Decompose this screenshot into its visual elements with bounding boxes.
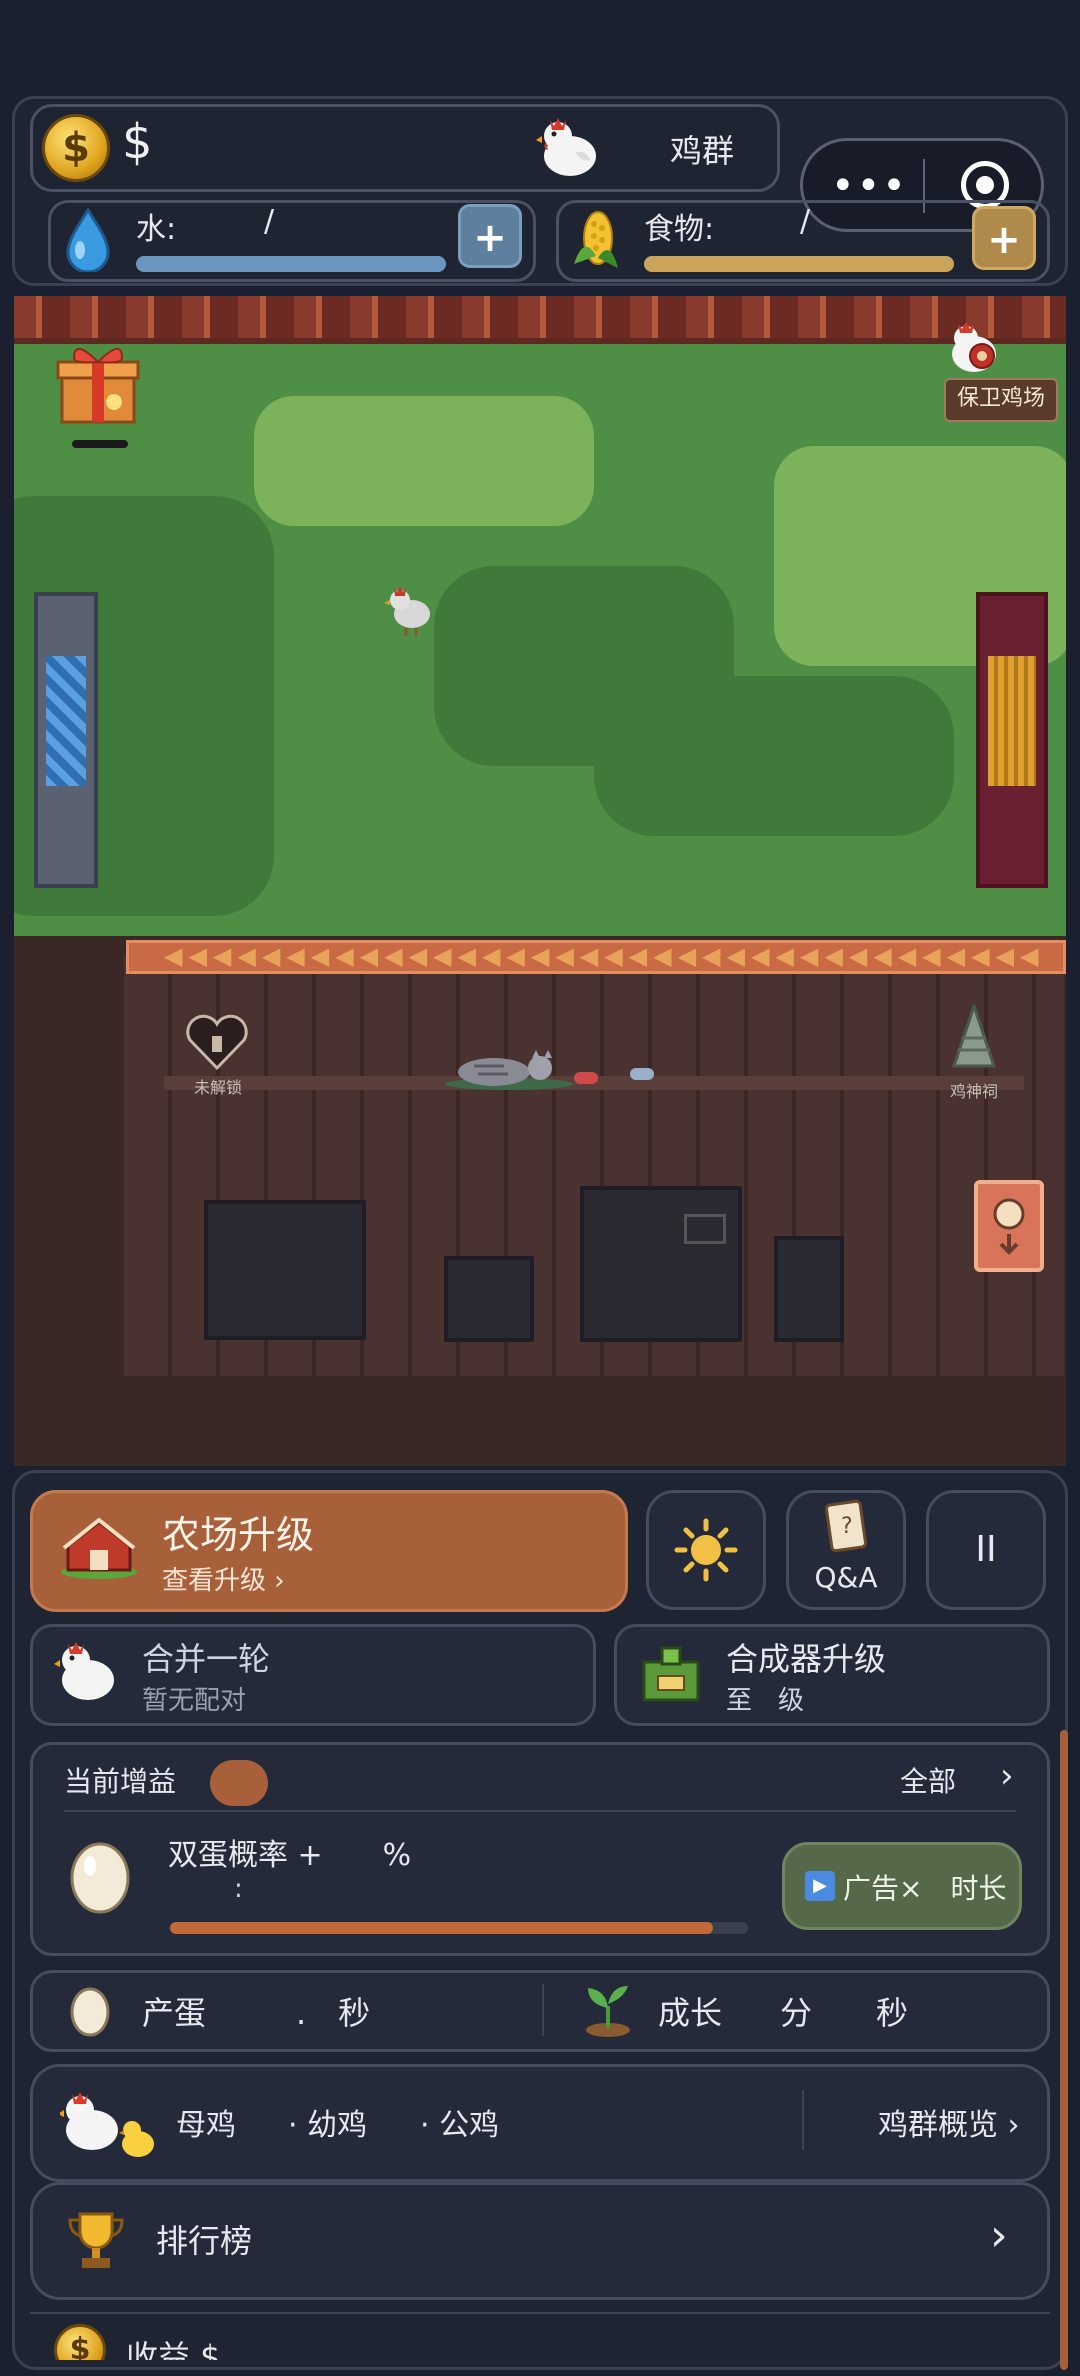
day-night-button[interactable] (646, 1490, 766, 1610)
flock-overview-link[interactable]: 鸡群概览 › (878, 2100, 1020, 2144)
income-divider (30, 2312, 1050, 2314)
food-label: 食物: (644, 212, 715, 247)
defend-chicken-icon[interactable] (944, 320, 1004, 380)
leaderboard-chevron[interactable]: › (990, 2210, 1008, 2261)
flock-button[interactable]: 鸡群 (670, 126, 734, 172)
food-bowl (574, 1072, 598, 1084)
coin-icon: $ (42, 114, 110, 182)
egg-rate-label: 产蛋 (142, 1994, 207, 2032)
stats-divider (542, 1984, 544, 2036)
growth-label: 成长 (658, 1994, 723, 2032)
synth-sub: 至 级 (726, 1686, 805, 1716)
food-amount: / (800, 204, 811, 239)
gift-box-icon[interactable] (56, 340, 140, 434)
water-bar-fill (136, 256, 446, 272)
buff-title: 当前增益 (64, 1765, 177, 1798)
flock-divider (802, 2090, 804, 2150)
unlock-label: 未解锁 (194, 1078, 243, 1097)
income-label: 收益 $ (126, 2338, 221, 2360)
scrollbar[interactable] (1060, 1730, 1068, 2370)
svg-text:?: ? (841, 1514, 853, 1539)
double-egg-label: 双蛋概率 + % (168, 1838, 412, 1873)
cat-sprite[interactable] (444, 1046, 574, 1094)
help-book-icon: ? (824, 1499, 868, 1553)
trophy-icon (66, 2210, 126, 2276)
roof-arrows: ◀◀◀◀◀◀◀◀◀◀◀◀◀◀◀◀◀◀◀◀◀◀◀◀◀◀◀◀◀◀◀◀◀◀◀◀◀◀◀◀ (164, 942, 1044, 968)
double-egg-timer: : (234, 1874, 243, 1904)
pump-machine (774, 1236, 844, 1342)
buff-progress-track (170, 1922, 748, 1934)
shrine-icon[interactable] (946, 1001, 1002, 1078)
corn-icon (568, 204, 624, 280)
water-bar (136, 256, 446, 272)
grass-patch (254, 396, 594, 526)
egg-icon (68, 1980, 112, 2042)
shrine-label: 鸡神祠 (950, 1082, 999, 1101)
coop-building: ◀◀◀◀◀◀◀◀◀◀◀◀◀◀◀◀◀◀◀◀◀◀◀◀◀◀◀◀◀◀◀◀◀◀◀◀◀◀◀◀… (14, 936, 1066, 1466)
water-bowl (630, 1068, 654, 1080)
water-drop-icon (64, 207, 112, 276)
buff-progress-fill (170, 1922, 714, 1934)
qa-label: Q&A (814, 1561, 878, 1594)
play-icon: ▶ (805, 1871, 835, 1901)
barn-icon (60, 1516, 138, 1584)
bush-area (594, 676, 954, 836)
chicken-icon (54, 1638, 118, 1710)
food-silo[interactable] (976, 592, 1048, 888)
heart-lock-icon[interactable] (184, 1014, 250, 1076)
egg-icon (68, 1834, 132, 1918)
buff-count-badge (210, 1760, 268, 1806)
synth-title: 合成器升级 (726, 1640, 887, 1678)
defend-farm-button[interactable]: 保卫鸡场 (944, 378, 1058, 422)
leaderboard-label: 排行榜 (156, 2222, 253, 2260)
income-row: $ 收益 $ (20, 2320, 1060, 2360)
buff-divider (64, 1810, 1016, 1812)
processor-machine (580, 1186, 742, 1342)
egg-export-icon[interactable] (974, 1180, 1044, 1272)
farm-scene[interactable]: 保卫鸡场 ◀◀◀◀◀◀◀◀◀◀◀◀◀◀◀◀◀◀◀◀◀◀◀◀◀◀◀◀◀◀◀◀◀◀◀… (14, 296, 1066, 1466)
merge-sub: 暂无配对 (142, 1686, 247, 1716)
growth-value: 分 秒 (780, 1994, 909, 2032)
water-amount: / (264, 204, 275, 239)
synthesizer-icon (640, 1644, 702, 1708)
add-water-button[interactable]: + (458, 204, 522, 268)
chicken-icon (536, 112, 600, 182)
gift-timer-bar (72, 440, 128, 448)
farm-upgrade-title: 农场升级 (162, 1513, 315, 1557)
ad-extend-label: 广告× 时长 (843, 1872, 1007, 1905)
qa-button[interactable]: ? Q&A (786, 1490, 906, 1610)
money-amount: $ (122, 114, 153, 170)
water-tank[interactable] (34, 592, 98, 888)
hen-and-chick-icon (58, 2088, 160, 2164)
machine-screen (684, 1214, 726, 1244)
buff-all-chevron[interactable]: › (1000, 1756, 1014, 1796)
hen-label: 母鸡 (176, 2108, 236, 2143)
add-food-button[interactable]: + (972, 206, 1036, 270)
fence (14, 296, 1066, 344)
incubator-machine (204, 1200, 366, 1340)
merge-title: 合并一轮 (142, 1640, 271, 1678)
small-machine (444, 1256, 534, 1342)
chicken-sprite[interactable] (384, 584, 434, 642)
chick-label: · 幼鸡 (288, 2108, 368, 2143)
rooster-label: · 公鸡 (420, 2108, 500, 2143)
sprout-icon (582, 1980, 634, 2042)
ad-extend-button[interactable]: ▶ 广告× 时长 (782, 1842, 1022, 1930)
egg-rate-value: . 秒 (296, 1994, 371, 2032)
water-tank-level (46, 656, 86, 786)
food-bar-fill (644, 256, 954, 272)
food-silo-level (988, 656, 1036, 786)
water-label: 水: (136, 212, 177, 247)
coin-icon: $ (54, 2324, 106, 2360)
farm-upgrade-sub: 查看升级 › (162, 1566, 285, 1596)
buff-all-link[interactable]: 全部 (900, 1760, 956, 1800)
sun-icon (674, 1518, 738, 1582)
food-bar (644, 256, 954, 272)
pause-button[interactable]: II (926, 1490, 1046, 1610)
